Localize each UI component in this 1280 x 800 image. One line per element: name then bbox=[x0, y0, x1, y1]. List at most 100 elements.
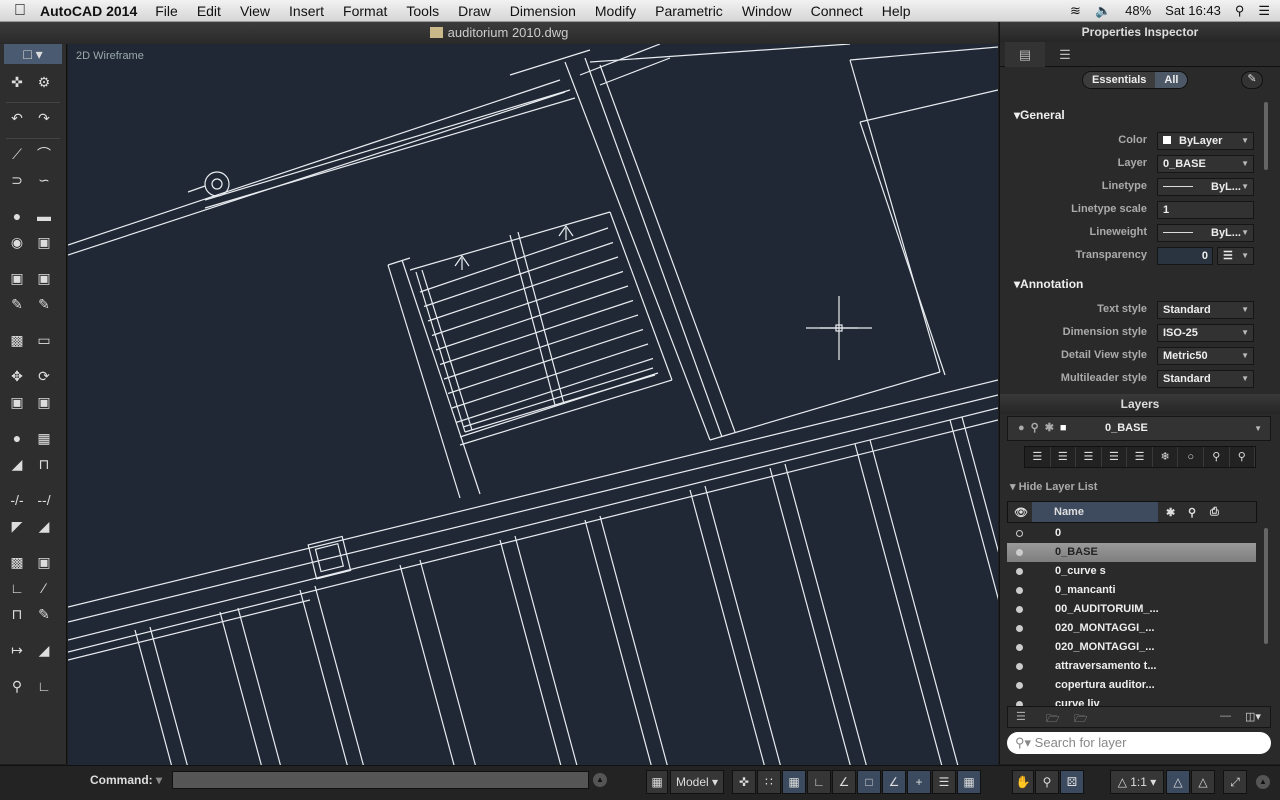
transparency-input[interactable]: 0 bbox=[1157, 247, 1213, 265]
general-section[interactable]: ▾General bbox=[1014, 108, 1065, 122]
dim-radius-icon[interactable]: ✎ bbox=[33, 604, 55, 624]
hatch-icon[interactable]: ◉ bbox=[6, 232, 28, 252]
snap-icon[interactable]: ⚙ bbox=[33, 72, 55, 92]
snap-mode-icon[interactable]: ✜ bbox=[732, 770, 756, 794]
line-icon[interactable]: ⟋ bbox=[6, 144, 28, 164]
freeze-column-icon[interactable]: ✱ bbox=[1166, 506, 1175, 519]
apple-icon[interactable]:  bbox=[0, 2, 40, 20]
layer-visibility-icon[interactable] bbox=[1016, 663, 1023, 670]
zoom-extents-icon[interactable]: ⚲ bbox=[6, 676, 28, 696]
menu-format[interactable]: Format bbox=[343, 3, 387, 19]
layer-visibility-icon[interactable] bbox=[1016, 530, 1023, 537]
layer-visibility-icon[interactable] bbox=[1016, 549, 1023, 556]
undo-icon[interactable]: ↶ bbox=[6, 108, 28, 128]
linetype-scale-input[interactable]: 1 bbox=[1157, 201, 1254, 219]
dim-linear-icon[interactable]: ∟ bbox=[6, 578, 28, 598]
menu-insert[interactable]: Insert bbox=[289, 3, 324, 19]
ortho-icon[interactable]: ∟ bbox=[807, 770, 831, 794]
layer-visibility-icon[interactable] bbox=[1016, 606, 1023, 613]
text-style-select[interactable]: Standard ▼ bbox=[1157, 301, 1254, 319]
chamfer-icon[interactable]: ◢ bbox=[33, 516, 55, 536]
previous-layer-icon[interactable]: ☰ bbox=[1076, 447, 1102, 467]
all-segment[interactable]: All bbox=[1155, 72, 1188, 88]
solid-icon[interactable]: ▩ bbox=[6, 330, 28, 350]
layer-visibility-icon[interactable] bbox=[1016, 644, 1023, 651]
menu-draw[interactable]: Draw bbox=[458, 3, 491, 19]
layout-icon[interactable]: ▦ bbox=[646, 770, 668, 794]
layer-visibility-icon[interactable] bbox=[1016, 625, 1023, 632]
layer-row[interactable]: copertura auditor... bbox=[1007, 676, 1256, 695]
grid-display-icon[interactable]: ∷ bbox=[757, 770, 781, 794]
explode-icon[interactable]: ▩ bbox=[6, 552, 28, 572]
status-menu-icon[interactable]: ▲ bbox=[1256, 775, 1270, 789]
menu-connect[interactable]: Connect bbox=[811, 3, 863, 19]
clock[interactable]: Sat 16:43 bbox=[1165, 3, 1221, 18]
app-menu[interactable]: AutoCAD 2014 bbox=[40, 3, 137, 19]
spotlight-icon[interactable]: ⚲ bbox=[1235, 3, 1245, 19]
insert-block-icon[interactable]: ▣ bbox=[33, 268, 55, 288]
rotate-icon[interactable]: ⟳ bbox=[33, 366, 55, 386]
new-layer-icon[interactable]: ☰ bbox=[1016, 710, 1026, 723]
menu-edit[interactable]: Edit bbox=[197, 3, 221, 19]
command-history-icon[interactable]: ▲ bbox=[593, 773, 607, 787]
mirror-icon[interactable]: ◢ bbox=[6, 454, 28, 474]
layer-visibility-icon[interactable] bbox=[1016, 682, 1023, 689]
polyline-icon[interactable]: ⊃ bbox=[6, 170, 28, 190]
menu-help[interactable]: Help bbox=[882, 3, 911, 19]
menu-file[interactable]: File bbox=[155, 3, 178, 19]
grid-icon[interactable]: ▦ bbox=[782, 770, 806, 794]
wifi-icon[interactable]: ≋ bbox=[1070, 3, 1081, 19]
transparency-bylayer-select[interactable]: ☰ ▼ bbox=[1217, 247, 1254, 265]
annotation-visibility-icon[interactable]: △ bbox=[1166, 770, 1190, 794]
layer-row[interactable]: 0_BASE bbox=[1007, 543, 1256, 562]
menu-view[interactable]: View bbox=[240, 3, 270, 19]
join-icon[interactable]: ▣ bbox=[33, 552, 55, 572]
drawing-canvas[interactable]: 2D Wireframe bbox=[68, 44, 998, 765]
name-column-header[interactable]: Name bbox=[1032, 502, 1158, 522]
essentials-segment[interactable]: Essentials bbox=[1083, 72, 1156, 88]
delete-layer-icon[interactable]: — bbox=[1220, 710, 1231, 722]
point-icon[interactable]: ✜ bbox=[6, 72, 28, 92]
layer-lock-icon[interactable]: ⚲ bbox=[1204, 447, 1230, 467]
arc-icon[interactable]: ⌒ bbox=[33, 144, 55, 164]
scale-icon[interactable]: ▣ bbox=[6, 392, 28, 412]
linetype-select[interactable]: ByL... ▼ bbox=[1157, 178, 1254, 196]
layers-tab-icon[interactable]: ☰ bbox=[1045, 42, 1085, 67]
notification-icon[interactable]: ☰ bbox=[1258, 3, 1270, 19]
layer-row[interactable]: 0 bbox=[1007, 524, 1256, 543]
menu-dimension[interactable]: Dimension bbox=[510, 3, 576, 19]
layer-row[interactable]: 0_curve s bbox=[1007, 562, 1256, 581]
fullscreen-icon[interactable]: ⤢ bbox=[1223, 770, 1247, 794]
hide-layer-list-toggle[interactable]: ▾ Hide Layer List bbox=[1010, 480, 1097, 493]
orbit-icon[interactable]: ⚄ bbox=[1060, 770, 1084, 794]
move-icon[interactable]: ✥ bbox=[6, 366, 28, 386]
polar-tracking-icon[interactable]: ∠ bbox=[832, 770, 856, 794]
copy-icon[interactable]: ● bbox=[6, 428, 28, 448]
layer-unisolate-icon[interactable]: ☰ bbox=[1127, 447, 1153, 467]
offset-icon[interactable]: ⊓ bbox=[33, 454, 55, 474]
annotation-section[interactable]: ▾Annotation bbox=[1014, 277, 1083, 291]
essentials-all-toggle[interactable]: Essentials All bbox=[1082, 71, 1189, 89]
layer-row[interactable]: 020_MONTAGGI_... bbox=[1007, 638, 1256, 657]
spline-icon[interactable]: ∽ bbox=[33, 170, 55, 190]
dim-aligned-icon[interactable]: ∕ bbox=[33, 578, 55, 598]
extend-icon[interactable]: --/ bbox=[33, 490, 55, 510]
lock-column-icon[interactable]: ⚲ bbox=[1188, 506, 1196, 519]
layer-visibility-icon[interactable] bbox=[1016, 568, 1023, 575]
dim-angular-icon[interactable]: ⊓ bbox=[6, 604, 28, 624]
detail-view-style-select[interactable]: Metric50 ▼ bbox=[1157, 347, 1254, 365]
lineweight-icon[interactable]: ☰ bbox=[932, 770, 956, 794]
layer-freeze-icon[interactable]: ❄ bbox=[1153, 447, 1179, 467]
layer-row[interactable]: 00_AUDITORUIM_... bbox=[1007, 600, 1256, 619]
menu-modify[interactable]: Modify bbox=[595, 3, 636, 19]
pan-icon[interactable]: ✋ bbox=[1012, 770, 1034, 794]
columns-menu-icon[interactable]: ◫▾ bbox=[1245, 710, 1261, 723]
volume-icon[interactable]: 🔈 bbox=[1095, 3, 1111, 19]
area-icon[interactable]: ◢ bbox=[33, 640, 55, 660]
lineweight-select[interactable]: ByL... ▼ bbox=[1157, 224, 1254, 242]
layer-row[interactable]: 020_MONTAGGI_... bbox=[1007, 619, 1256, 638]
new-filter-icon[interactable]: 🗁 bbox=[1074, 710, 1088, 729]
object-snap-tracking-icon[interactable]: ∠ bbox=[882, 770, 906, 794]
region-icon[interactable]: ▣ bbox=[33, 232, 55, 252]
select-tool-icon[interactable]: □ ▾ bbox=[4, 44, 62, 64]
